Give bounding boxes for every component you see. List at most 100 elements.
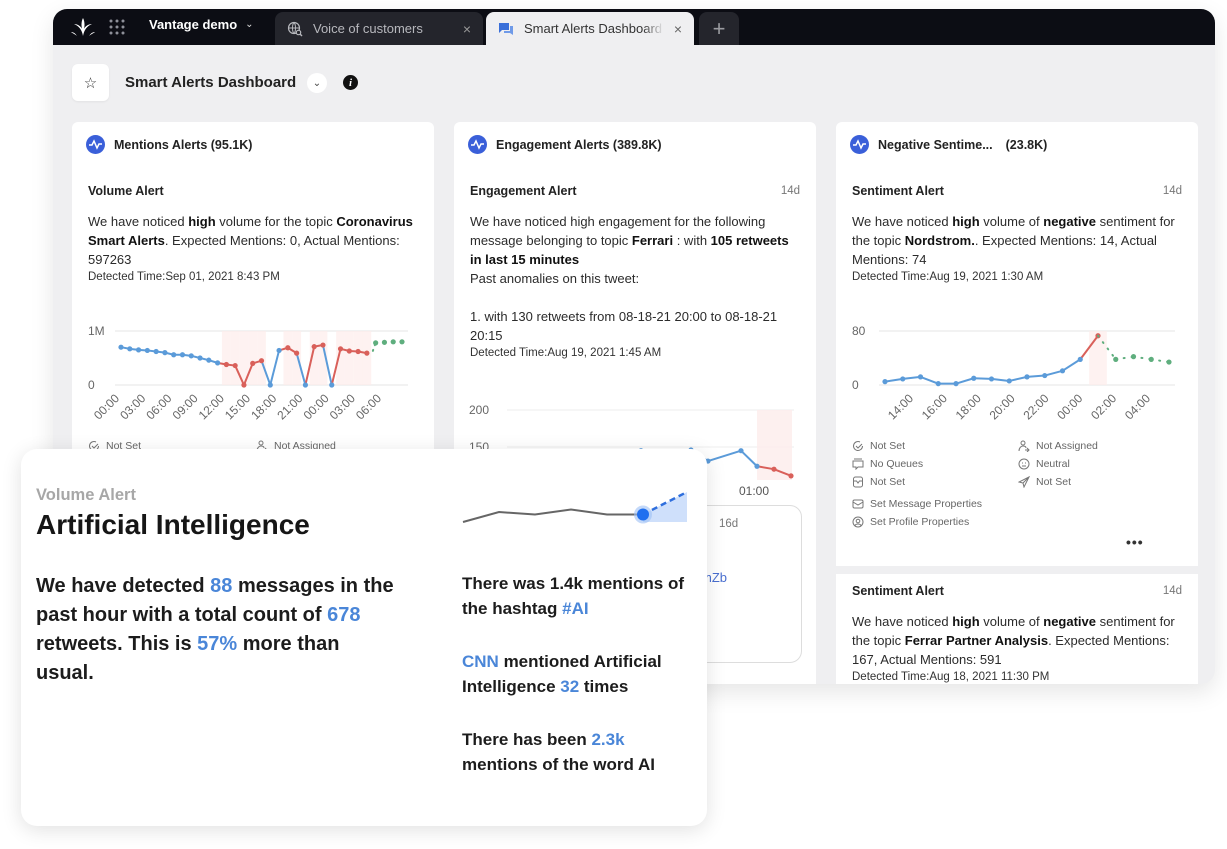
x-tick-label: 03:00 bbox=[327, 391, 358, 422]
detected-time: Detected Time:Aug 18, 2021 11:30 PM bbox=[852, 671, 1050, 683]
alert-type: Volume Alert bbox=[88, 184, 164, 198]
detected-time: Detected Time:Aug 19, 2021 1:45 AM bbox=[470, 347, 662, 359]
data-point bbox=[188, 353, 194, 359]
widget-title: Mentions Alerts (95.1K) bbox=[114, 137, 253, 152]
publish-field[interactable]: Not Set bbox=[1018, 476, 1071, 488]
data-point bbox=[329, 382, 335, 388]
x-tick-label: 22:00 bbox=[1020, 391, 1051, 422]
widget-header[interactable]: Mentions Alerts (95.1K) bbox=[86, 135, 252, 154]
more-options-button[interactable]: ••• bbox=[1126, 534, 1144, 550]
data-point bbox=[127, 346, 133, 352]
mail-icon bbox=[852, 499, 864, 509]
new-tab-button[interactable]: + bbox=[699, 12, 739, 45]
close-tab-icon[interactable]: × bbox=[463, 21, 471, 37]
tab-smart-alerts-dashboard[interactable]: Smart Alerts Dashboard × bbox=[486, 12, 694, 45]
y-tick-label: 0 bbox=[852, 378, 859, 392]
data-point bbox=[162, 350, 168, 356]
x-tick-label: 00:00 bbox=[1054, 391, 1085, 422]
status-field[interactable]: Not Set bbox=[852, 440, 905, 452]
x-tick-label: 06:00 bbox=[143, 391, 174, 422]
chevron-down-icon: ⌄ bbox=[245, 19, 254, 30]
anomaly-band bbox=[1089, 331, 1107, 385]
alert-age: 14d bbox=[1162, 185, 1182, 197]
data-point bbox=[900, 376, 906, 382]
line-segment bbox=[902, 375, 921, 380]
line-segment bbox=[707, 449, 742, 463]
detected-time: Detected Time:Aug 19, 2021 1:30 AM bbox=[852, 271, 1044, 283]
alert-type: Sentiment Alert bbox=[852, 584, 944, 598]
x-tick-label: 00:00 bbox=[91, 391, 122, 422]
pulse-icon bbox=[468, 135, 487, 154]
info-icon[interactable]: i bbox=[343, 75, 358, 90]
y-tick-label: 200 bbox=[469, 403, 489, 417]
data-point bbox=[1024, 374, 1030, 380]
alert-age: 14d bbox=[1162, 585, 1182, 597]
inbox-field[interactable]: Not Set bbox=[852, 476, 905, 488]
x-tick-label: 16:00 bbox=[919, 391, 950, 422]
data-point bbox=[118, 344, 124, 350]
x-tick-label: 21:00 bbox=[274, 391, 305, 422]
line-segment bbox=[955, 377, 975, 385]
dashboard-dropdown-button[interactable]: ⌄ bbox=[307, 73, 327, 93]
data-point bbox=[738, 448, 744, 454]
tab-label: Smart Alerts Dashboard bbox=[524, 21, 663, 36]
line-segment bbox=[920, 375, 939, 385]
line-segment bbox=[1026, 374, 1045, 378]
nested-alert-card[interactable]: 16d mZb bbox=[694, 505, 802, 663]
data-point bbox=[754, 463, 760, 469]
data-point bbox=[171, 352, 177, 358]
data-point bbox=[988, 376, 995, 382]
chat-icon bbox=[499, 22, 513, 35]
y-tick-label: 0 bbox=[88, 378, 95, 392]
x-tick-label: 18:00 bbox=[953, 391, 984, 422]
sentiment-field[interactable]: Neutral bbox=[1018, 458, 1070, 470]
data-point bbox=[882, 379, 888, 385]
forecast-point bbox=[373, 340, 379, 346]
pulse-icon bbox=[86, 135, 105, 154]
detected-time: Detected Time:Sep 01, 2021 8:43 PM bbox=[88, 271, 280, 283]
favorite-star-button[interactable]: ☆ bbox=[72, 64, 109, 101]
data-point bbox=[971, 375, 977, 381]
data-point bbox=[1059, 368, 1066, 374]
forecast-segment bbox=[1132, 355, 1153, 361]
workspace-switcher[interactable]: Vantage demo ⌄ bbox=[149, 17, 254, 32]
queue-field[interactable]: No Queues bbox=[852, 458, 923, 470]
anomaly-band bbox=[248, 331, 258, 385]
x-tick-label: 18:00 bbox=[248, 391, 279, 422]
data-point bbox=[276, 347, 282, 354]
assignee-field[interactable]: Not Assigned bbox=[1018, 440, 1098, 452]
forecast-point bbox=[381, 339, 388, 345]
set-message-properties-link[interactable]: Set Message Properties bbox=[852, 498, 982, 510]
status-check-icon bbox=[853, 441, 864, 452]
widget-title: Negative Sentime... bbox=[878, 137, 993, 152]
line-segment bbox=[269, 350, 281, 386]
data-point bbox=[153, 348, 159, 355]
widget-header[interactable]: Negative Sentime... (23.8K) bbox=[850, 135, 1047, 154]
data-point bbox=[144, 347, 150, 354]
forecast-point bbox=[1130, 354, 1137, 360]
profile-icon bbox=[852, 516, 864, 528]
alert-type: Sentiment Alert bbox=[852, 184, 944, 198]
data-point bbox=[267, 382, 273, 388]
set-profile-properties-link[interactable]: Set Profile Properties bbox=[852, 516, 969, 528]
close-tab-icon[interactable]: × bbox=[674, 21, 682, 37]
y-tick-label: 80 bbox=[852, 324, 866, 338]
brand-logo-icon[interactable] bbox=[71, 16, 95, 38]
globe-search-icon bbox=[287, 21, 303, 36]
data-point bbox=[232, 362, 238, 369]
ai-volume-alert-card: Volume Alert Artificial Intelligence We … bbox=[21, 449, 707, 826]
data-point bbox=[788, 473, 794, 479]
apps-grid-icon[interactable] bbox=[108, 18, 126, 36]
data-point bbox=[364, 350, 370, 356]
x-tick-label: 04:00 bbox=[1122, 391, 1153, 422]
data-point bbox=[953, 381, 959, 387]
negative-sentiment-widget: Negative Sentime... (23.8K) Sentiment Al… bbox=[836, 122, 1198, 684]
forecast-point bbox=[399, 339, 405, 345]
data-point bbox=[285, 345, 291, 351]
tab-voice-of-customers[interactable]: Voice of customers × bbox=[275, 12, 483, 45]
widget-header[interactable]: Engagement Alerts (389.8K) bbox=[468, 135, 662, 154]
alert-body: We have noticed high volume of negative … bbox=[852, 612, 1182, 684]
data-point bbox=[223, 361, 229, 368]
anomaly-band bbox=[344, 331, 354, 385]
forecast-segment bbox=[1114, 355, 1135, 361]
